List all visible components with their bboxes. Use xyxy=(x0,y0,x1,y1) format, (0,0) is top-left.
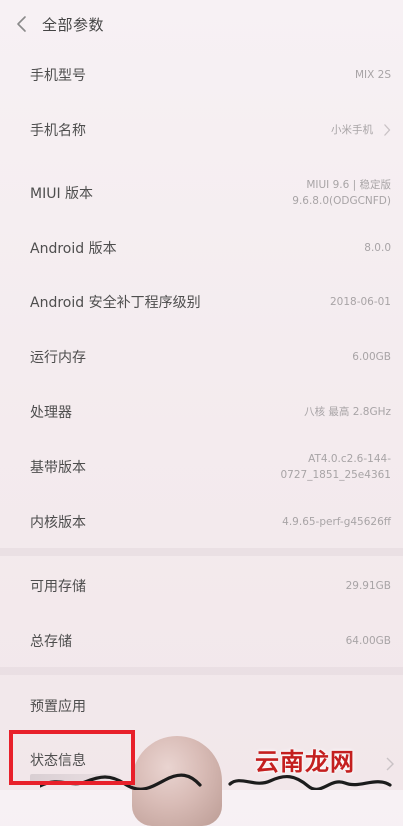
value-line: AT4.0.c2.6-144- xyxy=(308,453,391,465)
row-processor[interactable]: 处理器 八核 最高 2.8GHz xyxy=(0,392,403,432)
value-line: 64.00GB xyxy=(345,635,391,647)
row-security-patch[interactable]: Android 安全补丁程序级别 2018-06-01 xyxy=(0,282,403,322)
row-available-storage[interactable]: 可用存储 29.91GB xyxy=(0,566,403,606)
section-divider xyxy=(0,667,403,675)
row-value: MIX 2S xyxy=(355,67,391,83)
value-line: 八核 最高 2.8GHz xyxy=(304,406,391,418)
row-total-storage[interactable]: 总存储 64.00GB xyxy=(0,621,403,661)
section-divider xyxy=(0,548,403,556)
chevron-right-icon xyxy=(384,124,391,136)
row-label: 总存储 xyxy=(30,634,72,650)
row-value: 2018-06-01 xyxy=(330,294,391,310)
value-line: 6.00GB xyxy=(352,351,391,363)
row-value: MIUI 9.6 | 稳定版 9.6.8.0(ODGCNFD) xyxy=(292,177,391,209)
row-value: 4.9.65-perf-g45626ff xyxy=(282,514,391,530)
top-bar: 全部参数 xyxy=(0,0,403,48)
row-phone-model[interactable]: 手机型号 MIX 2S xyxy=(0,55,403,95)
row-label: 可用存储 xyxy=(30,579,86,595)
row-label: 基带版本 xyxy=(30,460,86,476)
row-preinstalled-apps[interactable]: 预置应用 xyxy=(0,686,403,726)
chevron-left-icon xyxy=(17,16,26,32)
row-kernel[interactable]: 内核版本 4.9.65-perf-g45626ff xyxy=(0,502,403,542)
row-value: 8.0.0 xyxy=(364,240,391,256)
value-line: 2018-06-01 xyxy=(329,296,391,308)
row-label: 预置应用 xyxy=(30,699,86,715)
row-value: 小米手机 xyxy=(331,122,373,138)
value-line: 小米手机 xyxy=(331,124,373,136)
row-value: 29.91GB xyxy=(346,578,391,594)
value-line: MIUI 9.6 | 稳定版 xyxy=(306,179,391,191)
back-button[interactable] xyxy=(10,12,32,36)
row-label: 手机名称 xyxy=(30,123,86,139)
row-label: 运行内存 xyxy=(30,350,86,366)
value-line: 8.0.0 xyxy=(364,242,391,254)
watermark: 云南龙网 xyxy=(255,748,355,776)
value-line: MIX 2S xyxy=(354,69,391,81)
value-line: 0727_1851_25e4361 xyxy=(280,469,392,481)
row-label: Android 版本 xyxy=(30,241,117,257)
row-label: MIUI 版本 xyxy=(30,186,94,202)
value-line: 4.9.65-perf-g45626ff xyxy=(282,516,391,528)
row-label: 手机型号 xyxy=(30,68,86,84)
highlight-box xyxy=(9,730,135,785)
row-label: Android 安全补丁程序级别 xyxy=(30,295,201,311)
row-android-version[interactable]: Android 版本 8.0.0 xyxy=(0,228,403,268)
row-baseband[interactable]: 基带版本 AT4.0.c2.6-144- 0727_1851_25e4361 xyxy=(0,447,403,487)
page-title: 全部参数 xyxy=(42,16,105,34)
row-value: AT4.0.c2.6-144- 0727_1851_25e4361 xyxy=(281,451,392,483)
settings-page: 全部参数 手机型号 MIX 2S 手机名称 小米手机 MIUI 版本 MIUI … xyxy=(0,0,403,826)
row-miui-version[interactable]: MIUI 版本 MIUI 9.6 | 稳定版 9.6.8.0(ODGCNFD) xyxy=(0,173,403,213)
row-ram[interactable]: 运行内存 6.00GB xyxy=(0,337,403,377)
chevron-right-icon xyxy=(386,757,394,771)
value-line: 29.91GB xyxy=(345,580,391,592)
row-phone-name[interactable]: 手机名称 小米手机 xyxy=(0,110,403,150)
row-label: 处理器 xyxy=(30,405,72,421)
row-value: 64.00GB xyxy=(346,633,391,649)
row-label: 内核版本 xyxy=(30,515,86,531)
row-value: 6.00GB xyxy=(352,349,391,365)
row-value: 八核 最高 2.8GHz xyxy=(304,404,391,420)
value-line: 9.6.8.0(ODGCNFD) xyxy=(292,195,391,207)
